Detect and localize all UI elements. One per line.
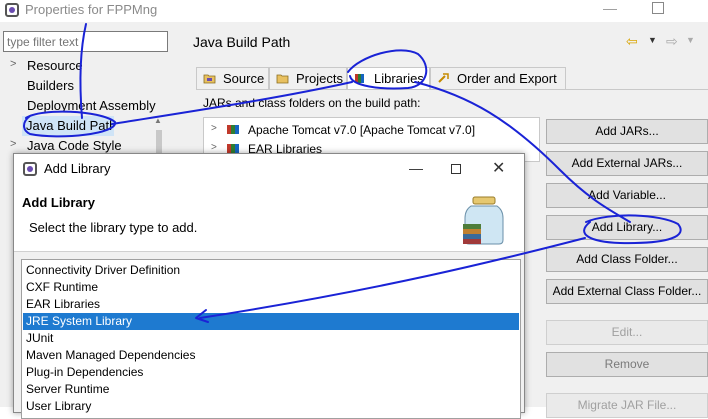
properties-titlebar: Properties for FPPMng — [0,0,708,22]
tree-row[interactable]: > Apache Tomcat v7.0 [Apache Tomcat v7.0… [204,121,534,139]
maximize-button[interactable] [652,2,664,14]
expand-arrow-icon[interactable]: > [10,58,16,70]
forward-arrow-icon[interactable]: ⇨ [666,33,678,50]
add-class-folder-button[interactable]: Add Class Folder... [546,247,708,272]
library-type-list[interactable]: Connectivity Driver Definition CXF Runti… [21,259,521,419]
maximize-button[interactable] [451,164,461,174]
nav-item-label: Java Code Style [27,138,122,153]
jars-label: JARs and class folders on the build path… [203,96,421,110]
list-item[interactable]: Server Runtime [23,381,519,398]
tab-order-and-export[interactable]: Order and Export [430,67,566,89]
list-item[interactable]: Maven Managed Dependencies [23,347,519,364]
tab-label: Projects [296,71,343,86]
properties-title: Properties for FPPMng [25,2,158,17]
add-library-dialog: Add Library — ✕ Add Library Select the l… [13,153,525,419]
add-jars-button[interactable]: Add JARs... [546,119,708,144]
list-item[interactable]: Connectivity Driver Definition [23,262,519,279]
list-item[interactable]: CXF Runtime [23,279,519,296]
dialog-titlebar: Add Library — ✕ [14,154,524,184]
tab-label: Order and Export [457,71,557,86]
nav-item-label: Resource [27,58,83,73]
nav-item-label: Java Build Path [26,118,114,133]
eclipse-icon [23,162,37,176]
tab-source[interactable]: Source [196,67,269,89]
source-folder-icon [203,74,216,84]
tab-label: Libraries [374,71,424,86]
libraries-icon [355,74,364,83]
chevron-down-icon[interactable]: ▼ [686,35,695,45]
add-library-button[interactable]: Add Library... [546,215,708,240]
dialog-heading: Add Library [22,195,95,210]
order-export-icon [438,73,449,83]
list-item-selected[interactable]: JRE System Library [23,313,519,330]
back-arrow-icon[interactable]: ⇦ [626,33,638,50]
migrate-jar-button[interactable]: Migrate JAR File... [546,393,708,418]
tree-row-label: Apache Tomcat v7.0 [Apache Tomcat v7.0] [248,123,476,137]
expand-arrow-icon[interactable]: > [211,142,217,153]
remove-button[interactable]: Remove [546,352,708,377]
scroll-up-icon[interactable]: ▲ [154,116,162,125]
minimize-button[interactable]: — [600,0,620,20]
close-icon[interactable]: ✕ [492,158,505,178]
add-external-class-folder-button[interactable]: Add External Class Folder... [546,279,708,304]
library-icon [227,125,239,134]
nav-item-label: Builders [27,78,74,93]
nav-item-builders[interactable]: Builders [0,76,165,96]
tab-projects[interactable]: Projects [269,67,347,89]
list-item[interactable]: JUnit [23,330,519,347]
section-title: Java Build Path [193,34,291,50]
expand-arrow-icon[interactable]: > [10,138,16,150]
dialog-title: Add Library [44,161,111,176]
list-item[interactable]: EAR Libraries [23,296,519,313]
nav-item-label: Deployment Assembly [27,98,156,113]
dialog-header: Add Library Select the library type to a… [14,184,524,252]
chevron-down-icon[interactable]: ▼ [648,35,657,45]
project-icon [276,74,289,84]
dialog-description: Select the library type to add. [29,220,198,235]
minimize-button[interactable]: — [409,160,423,176]
nav-item-java-build-path[interactable]: Java Build Path [22,116,114,136]
expand-arrow-icon[interactable]: > [211,123,217,134]
nav-item-resource[interactable]: > Resource [0,56,165,76]
tab-label: Source [223,71,265,86]
add-external-jars-button[interactable]: Add External JARs... [546,151,708,176]
library-jar-icon [463,196,504,245]
tab-libraries[interactable]: Libraries [347,67,430,90]
list-item[interactable]: Plug-in Dependencies [23,364,519,381]
nav-item-deployment-assembly[interactable]: Deployment Assembly [0,96,165,116]
tab-divider [196,89,708,90]
edit-button[interactable]: Edit... [546,320,708,345]
filter-input[interactable] [3,31,168,52]
eclipse-icon [5,3,19,17]
add-variable-button[interactable]: Add Variable... [546,183,708,208]
properties-nav-tree: > Resource Builders Deployment Assembly … [0,56,168,170]
